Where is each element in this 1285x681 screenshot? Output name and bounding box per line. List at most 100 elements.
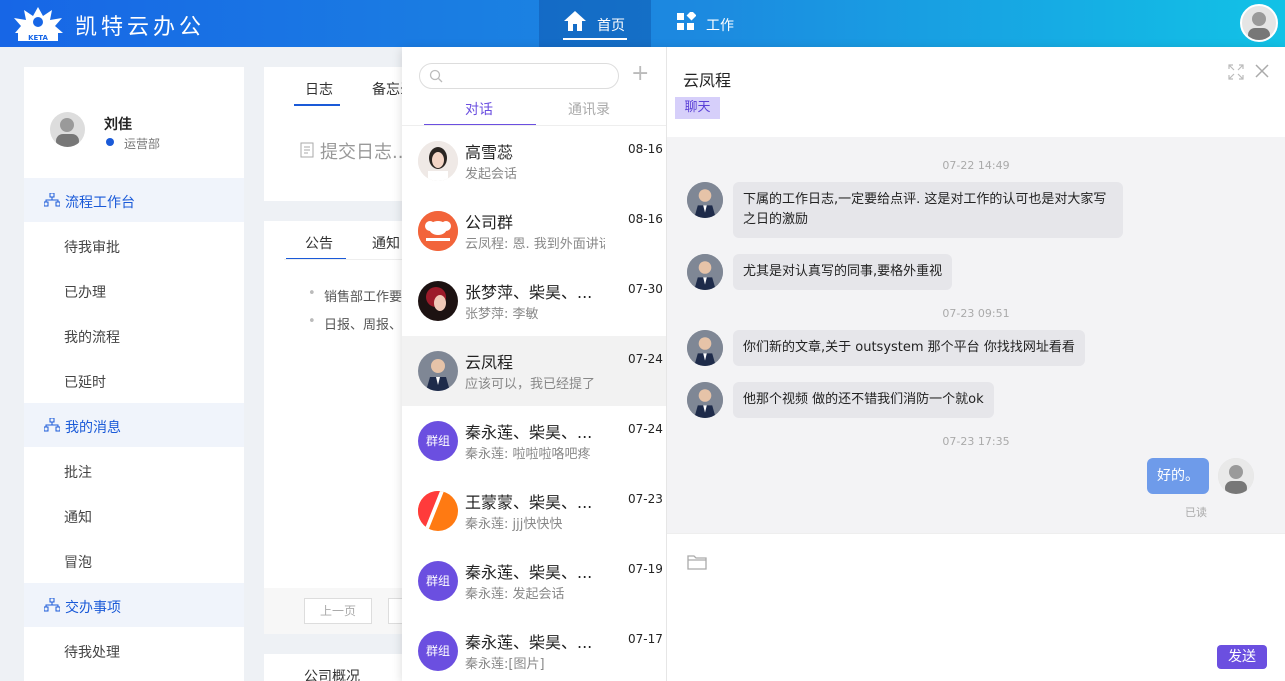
message-input-area[interactable]: 发送 — [667, 533, 1285, 681]
contact-avatar — [418, 281, 458, 321]
conversation-last-message: 秦永莲: 啦啦啦咯吧疼 — [465, 447, 591, 462]
home-icon — [564, 11, 586, 31]
profile-name: 刘佳 — [104, 117, 132, 133]
conversation-time: 07-19 — [628, 562, 663, 576]
conversation-item[interactable]: 群组 秦永莲、柴昊、... 07-24 秦永莲: 啦啦啦咯吧疼 — [402, 406, 666, 476]
contact-avatar — [418, 491, 458, 531]
grid-icon — [677, 12, 696, 30]
contact-avatar — [418, 351, 458, 391]
left-sidebar: 刘佳 运营部 流程工作台 待我审批 已办理 我的流程 已延时 我的消息 批注 通… — [24, 67, 244, 681]
top-header: KETA 凯特云办公 首页 工作 — [0, 0, 1285, 47]
profile-avatar[interactable] — [50, 112, 85, 147]
search-input[interactable] — [419, 63, 619, 89]
send-button[interactable]: 发送 — [1217, 645, 1267, 669]
conversation-time: 08-16 — [628, 142, 663, 156]
conversation-item[interactable]: 王蒙蒙、柴昊、... 07-23 秦永莲: jjj快快快 — [402, 476, 666, 546]
my-message-bubble: 好的。 — [1147, 458, 1209, 494]
tab-contacts[interactable]: 通讯录 — [568, 99, 610, 119]
conversation-time: 07-24 — [628, 422, 663, 436]
tab-log[interactable]: 日志 — [305, 79, 333, 99]
org-chart-icon — [44, 418, 60, 432]
nav-active-underline — [563, 38, 627, 40]
conversation-last-message: 云凤程: 恩. 我到外面讲话 — [465, 237, 605, 252]
message-timestamp: 07-22 14:49 — [942, 159, 1010, 172]
logo-text: KETA — [28, 34, 48, 42]
conversation-time: 07-23 — [628, 492, 663, 506]
group-elephant-avatar — [418, 211, 458, 251]
close-icon[interactable] — [1255, 64, 1269, 78]
company-card: 公司概况 — [264, 654, 424, 681]
notice-card: 公告 通知 销售部工作要求 日报、周报、 — [264, 221, 424, 634]
conversation-list: + 对话 通讯录 高雪蕊 08-16 发起会话 公司群 08-16 云凤程: 恩… — [402, 47, 667, 681]
folder-icon[interactable] — [687, 554, 707, 570]
sidebar-section-workflow[interactable]: 流程工作台 — [24, 178, 244, 222]
pager-button-partial[interactable] — [388, 598, 402, 624]
document-icon — [300, 142, 314, 158]
sidebar-item-notifications[interactable]: 通知 — [64, 507, 92, 527]
read-status: 已读 — [1185, 506, 1207, 519]
group-avatar: 群组 — [418, 421, 458, 461]
message-bubble: 尤其是对认真写的同事,要格外重视 — [733, 254, 953, 290]
add-chat-button[interactable]: + — [631, 62, 649, 86]
conversation-name: 公司群 — [465, 213, 514, 232]
conversation-last-message: 张梦萍: 李敏 — [465, 307, 539, 322]
chat-window: 云凤程 聊天 07-22 14:49 下属的工作日志,一定要给点评. 这是对工作… — [667, 47, 1285, 681]
org-chart-icon — [44, 193, 60, 207]
sidebar-item-processed[interactable]: 已办理 — [64, 282, 106, 302]
nav-work-label: 工作 — [706, 18, 734, 34]
sidebar-item-comments[interactable]: 批注 — [64, 462, 92, 482]
conversation-time: 08-16 — [628, 212, 663, 226]
sidebar-item-delayed[interactable]: 已延时 — [64, 372, 106, 392]
conversation-last-message: 发起会话 — [465, 167, 518, 182]
keta-logo-icon: KETA — [14, 7, 63, 42]
tab-conversations[interactable]: 对话 — [465, 99, 493, 119]
app-title: 凯特云办公 — [75, 15, 206, 40]
prev-page-button[interactable]: 上一页 — [304, 598, 372, 624]
conversation-name: 张梦萍、柴昊、... — [465, 283, 593, 302]
conversation-time: 07-17 — [628, 632, 663, 646]
profile-department: 运营部 — [104, 135, 160, 152]
conversation-item[interactable]: 公司群 08-16 云凤程: 恩. 我到外面讲话 — [402, 196, 666, 266]
log-card: 日志 备忘录 提交日志... — [264, 67, 424, 201]
message-area: 07-22 14:49 下属的工作日志,一定要给点评. 这是对工作的认可也是对大… — [667, 137, 1285, 533]
conversation-item[interactable]: 群组 秦永莲、柴昊、... 07-17 秦永莲:[图片] — [402, 616, 666, 681]
sender-avatar — [687, 182, 723, 218]
conversation-item[interactable]: 高雪蕊 08-16 发起会话 — [402, 126, 666, 196]
group-avatar: 群组 — [418, 561, 458, 601]
tab-announcements[interactable]: 公告 — [305, 233, 333, 253]
conversation-item[interactable]: 张梦萍、柴昊、... 07-30 张梦萍: 李敏 — [402, 266, 666, 336]
conversation-name: 秦永莲、柴昊、... — [465, 423, 593, 442]
sidebar-section-messages[interactable]: 我的消息 — [24, 403, 244, 447]
submit-log-link[interactable]: 提交日志... — [320, 138, 409, 164]
conversation-item-selected[interactable]: 云凤程 07-24 应该可以，我已经提了 — [402, 336, 666, 406]
nav-home[interactable]: 首页 — [539, 0, 651, 47]
conversation-time: 07-24 — [628, 352, 663, 366]
tab-active-line — [294, 104, 340, 106]
conversation-name: 高雪蕊 — [465, 143, 514, 162]
contact-avatar — [418, 141, 458, 181]
sidebar-section-label: 流程工作台 — [65, 195, 135, 211]
sidebar-section-tasks[interactable]: 交办事项 — [24, 583, 244, 627]
message-timestamp: 07-23 09:51 — [942, 307, 1010, 320]
tab-notices[interactable]: 通知 — [372, 233, 400, 253]
sidebar-item-my-workflow[interactable]: 我的流程 — [64, 327, 120, 347]
notice-item[interactable]: 日报、周报、 — [308, 314, 402, 333]
conversation-item[interactable]: 群组 秦永莲、柴昊、... 07-19 秦永莲: 发起会话 — [402, 546, 666, 616]
user-avatar[interactable] — [1240, 4, 1278, 42]
conversation-name: 王蒙蒙、柴昊、... — [465, 493, 593, 512]
sidebar-section-label: 交办事项 — [65, 600, 121, 616]
conversation-last-message: 应该可以，我已经提了 — [465, 377, 596, 392]
message-timestamp: 07-23 17:35 — [942, 435, 1010, 448]
my-avatar — [1218, 458, 1254, 494]
conversation-name: 秦永莲、柴昊、... — [465, 563, 593, 582]
tab-company-overview[interactable]: 公司概况 — [304, 666, 360, 681]
chat-title: 云凤程 — [683, 71, 732, 90]
sidebar-item-pending-approval[interactable]: 待我审批 — [64, 237, 120, 257]
message-bubble: 下属的工作日志,一定要给点评. 这是对工作的认可也是对大家写之日的激励 — [733, 182, 1123, 238]
sender-avatar — [687, 330, 723, 366]
chat-tag[interactable]: 聊天 — [675, 97, 720, 119]
message-bubble: 他那个视频 做的还不错我们消防一个就ok — [733, 382, 994, 418]
sidebar-item-bubbles[interactable]: 冒泡 — [64, 552, 92, 572]
sidebar-item-to-handle[interactable]: 待我处理 — [64, 642, 120, 662]
expand-icon[interactable] — [1228, 64, 1244, 80]
